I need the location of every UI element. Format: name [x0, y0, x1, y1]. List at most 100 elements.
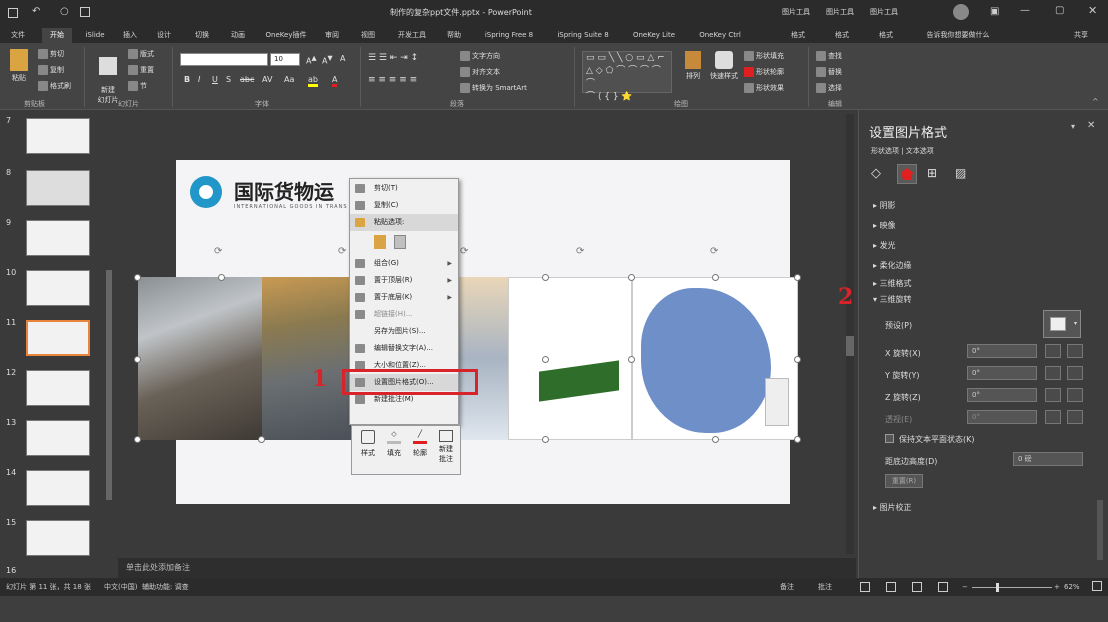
menu-item-bring-front[interactable]: 置于顶层(R) ▶	[350, 272, 458, 289]
tab-format-2[interactable]: 格式	[828, 28, 856, 43]
resize-handle[interactable]	[542, 274, 549, 281]
maximize-icon[interactable]: ▢	[1055, 5, 1064, 16]
tab-view[interactable]: 视图	[354, 28, 382, 43]
slide-thumbnail[interactable]	[26, 370, 90, 406]
resize-handle[interactable]	[134, 274, 141, 281]
photo-highway[interactable]	[262, 277, 360, 440]
rotate-cw-icon[interactable]	[1067, 388, 1083, 402]
resize-handle[interactable]	[794, 436, 801, 443]
section-3d-rotation[interactable]: ▾ 三维旋转	[873, 294, 912, 305]
ribbon-display-icon[interactable]: ▣	[990, 6, 999, 17]
resize-handle[interactable]	[712, 274, 719, 281]
rotate-handle-icon[interactable]: ⟳	[576, 246, 584, 257]
perspective-widen-icon[interactable]	[1067, 410, 1083, 424]
language[interactable]: 中文(中国)	[104, 578, 137, 596]
resize-handle[interactable]	[134, 436, 141, 443]
menu-item-save-as-picture[interactable]: 另存为图片(S)...	[350, 323, 458, 340]
section-glow[interactable]: ▸ 发光	[873, 240, 896, 251]
char-spacing-button[interactable]: AV	[262, 75, 272, 84]
tab-developer[interactable]: 开发工具	[390, 28, 434, 43]
photo-map[interactable]	[632, 277, 798, 440]
replace-button[interactable]: 替换	[816, 67, 842, 77]
y-rotation-input[interactable]: 0°	[967, 366, 1037, 380]
undo-icon[interactable]: ↶	[32, 6, 40, 17]
rotate-up-icon[interactable]	[1045, 366, 1061, 380]
perspective-narrow-icon[interactable]	[1045, 410, 1061, 424]
menu-item-alt-text[interactable]: 编辑替换文字(A)...	[350, 340, 458, 357]
fill-line-tab-icon[interactable]: ◇	[871, 166, 881, 181]
quick-styles-button[interactable]: 快速样式	[708, 51, 740, 81]
section-reflection[interactable]: ▸ 映像	[873, 220, 896, 231]
arrange-button[interactable]: 排列	[680, 51, 706, 81]
paste-keep-icon[interactable]	[374, 235, 386, 249]
bullets-button[interactable]: ☰ ☰ ⇤ ⇥ ↕	[368, 53, 418, 63]
shape-fill-button[interactable]: 形状填充	[744, 51, 784, 61]
slide-thumbnail[interactable]	[26, 170, 90, 206]
shadow-button[interactable]: S	[226, 75, 231, 84]
size-properties-tab-icon[interactable]: ⊞	[927, 166, 937, 180]
canvas-scrollbar[interactable]	[846, 114, 854, 554]
redo-icon[interactable]: ○	[60, 6, 69, 17]
zoom-out-icon[interactable]: −	[962, 578, 968, 596]
collapse-ribbon-icon[interactable]: ^	[1092, 97, 1099, 106]
photo-train[interactable]	[508, 277, 632, 440]
tab-file[interactable]: 文件	[4, 28, 32, 43]
tab-onekey[interactable]: OneKey插件	[260, 28, 312, 43]
thumbnail-scrollbar[interactable]	[106, 270, 112, 500]
resize-handle[interactable]	[542, 436, 549, 443]
pane-options-icon[interactable]: ▾	[1071, 122, 1075, 131]
mini-fill-button[interactable]: ◇ 填充	[382, 430, 406, 458]
rotate-left-icon[interactable]	[1045, 344, 1061, 358]
x-rotation-input[interactable]: 0°	[967, 344, 1037, 358]
tab-review[interactable]: 审阅	[318, 28, 346, 43]
slide-thumbnail[interactable]	[26, 470, 90, 506]
grow-font-button[interactable]: A▲	[306, 54, 317, 66]
rotate-down-icon[interactable]	[1067, 366, 1083, 380]
notes-area[interactable]: 单击此处添加备注	[118, 558, 856, 578]
fit-slide-icon[interactable]	[1092, 581, 1102, 591]
find-button[interactable]: 查找	[816, 51, 842, 61]
accessibility[interactable]: 辅助功能: 调查	[142, 578, 189, 596]
sorter-view-icon[interactable]	[886, 582, 896, 592]
resize-handle[interactable]	[628, 274, 635, 281]
strike-button[interactable]: abc	[240, 75, 254, 84]
rotate-handle-icon[interactable]: ⟳	[338, 246, 346, 257]
tab-ispring-free[interactable]: iSpring Free 8	[476, 28, 542, 43]
shape-effects-button[interactable]: 形状效果	[744, 83, 784, 93]
select-button[interactable]: 选择	[816, 83, 842, 93]
format-painter-button[interactable]: 格式刷	[38, 81, 71, 91]
rotate-handle-icon[interactable]: ⟳	[460, 246, 468, 257]
preset-dropdown[interactable]: ▾	[1043, 310, 1081, 338]
slide-thumbnail[interactable]	[26, 118, 90, 154]
reset-button[interactable]: 重置(R)	[885, 474, 923, 488]
section-button[interactable]: 节	[128, 81, 147, 91]
copy-button[interactable]: 复制	[38, 65, 64, 75]
z-rotation-input[interactable]: 0°	[967, 388, 1037, 402]
effects-tab[interactable]	[897, 164, 917, 184]
customize-icon[interactable]	[80, 7, 90, 17]
pane-close-icon[interactable]: ✕	[1087, 120, 1095, 131]
smartart-button[interactable]: 转换为 SmartArt	[460, 83, 527, 93]
tell-me-search[interactable]: 告诉我你想要做什么	[918, 28, 998, 43]
cut-button[interactable]: 剪切	[38, 49, 64, 59]
tab-animations[interactable]: 动画	[224, 28, 252, 43]
section-picture-corrections[interactable]: ▸ 图片校正	[873, 502, 912, 513]
resize-handle[interactable]	[258, 436, 265, 443]
slide-title[interactable]: 国际货物运	[234, 176, 334, 205]
mini-outline-button[interactable]: ╱ 轮廓	[408, 430, 432, 458]
slide-thumbnail-selected[interactable]	[26, 320, 90, 356]
rotate-right-icon[interactable]	[1067, 344, 1083, 358]
slide-subtitle[interactable]: INTERNATIONAL GOODS IN TRANS	[234, 204, 348, 210]
mini-new-comment-button[interactable]: 新建 批注	[434, 430, 458, 464]
reading-view-icon[interactable]	[912, 582, 922, 592]
rotate-handle-icon[interactable]: ⟳	[710, 246, 718, 257]
picture-tab-icon[interactable]: ▨	[955, 166, 966, 180]
resize-handle[interactable]	[712, 436, 719, 443]
resize-handle[interactable]	[794, 356, 801, 363]
reset-button[interactable]: 重置	[128, 65, 154, 75]
section-shadow[interactable]: ▸ 阴影	[873, 200, 896, 211]
tab-onekey-ctrl[interactable]: OneKey Ctrl	[690, 28, 750, 43]
menu-item-group[interactable]: 组合(G) ▶	[350, 255, 458, 272]
notes-toggle[interactable]: 备注	[780, 578, 794, 596]
new-slide-button[interactable]: 新建 幻灯片	[92, 49, 124, 105]
